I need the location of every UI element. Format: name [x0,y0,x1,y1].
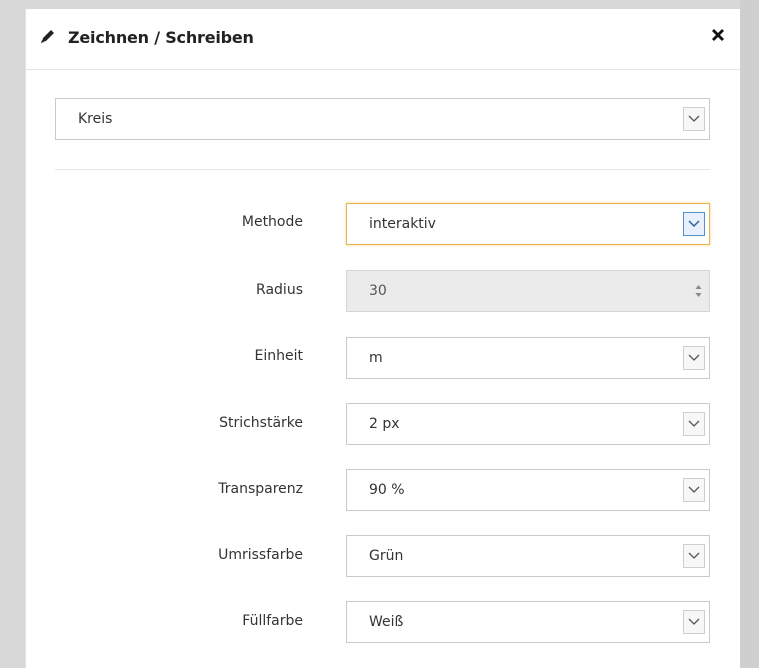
chevron-down-icon[interactable] [683,544,705,568]
fill-color-label: Füllfarbe [242,613,303,629]
unit-select-value: m [369,350,383,366]
shape-select-value: Kreis [78,111,113,127]
radius-input[interactable]: 30 [346,270,710,312]
right-scrollbar-area [740,0,759,668]
transparency-select[interactable]: 90 % [346,469,710,511]
unit-label: Einheit [254,348,303,364]
transparency-label: Transparenz [218,481,303,497]
outline-color-select[interactable]: Grün [346,535,710,577]
method-label: Methode [241,214,303,230]
outline-color-label: Umrissfarbe [218,547,303,563]
chevron-down-icon[interactable] [683,610,705,634]
dialog-header: Zeichnen / Schreiben [26,9,740,70]
transparency-select-value: 90 % [369,482,405,498]
chevron-down-icon[interactable] [683,412,705,436]
shape-select[interactable]: Kreis [55,98,710,140]
draw-write-dialog: Zeichnen / Schreiben Kreis Methode inter… [25,9,740,668]
method-select-value: interaktiv [369,216,436,232]
divider [55,169,710,170]
unit-select[interactable]: m [346,337,710,379]
pencil-icon [39,27,57,45]
chevron-down-icon[interactable] [683,107,705,131]
radius-input-value: 30 [369,283,387,299]
fill-color-select[interactable]: Weiß [346,601,710,643]
close-icon[interactable] [709,26,727,44]
chevron-down-icon[interactable] [683,478,705,502]
chevron-down-icon[interactable] [683,212,705,236]
stroke-width-label: Strichstärke [219,415,303,431]
stroke-width-select-value: 2 px [369,416,400,432]
fill-color-select-value: Weiß [369,614,404,630]
radius-label: Radius [256,282,303,298]
method-select[interactable]: interaktiv [346,203,710,245]
spinner-icon[interactable] [692,280,705,302]
dialog-title: Zeichnen / Schreiben [68,28,254,47]
outline-color-select-value: Grün [369,548,404,564]
stroke-width-select[interactable]: 2 px [346,403,710,445]
chevron-down-icon[interactable] [683,346,705,370]
